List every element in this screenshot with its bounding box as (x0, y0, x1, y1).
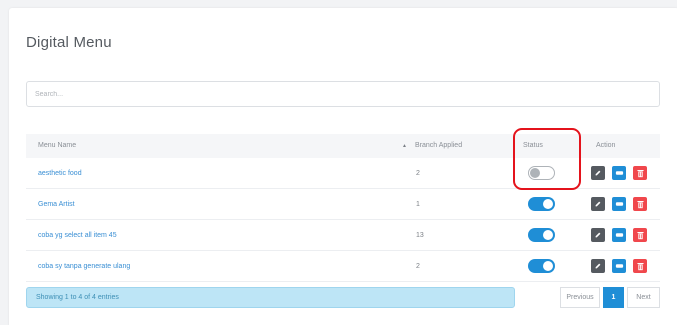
delete-button[interactable] (633, 228, 647, 242)
column-header-menu-name[interactable]: Menu Name (38, 134, 76, 158)
delete-button[interactable] (633, 259, 647, 273)
branch-applied-count: 2 (416, 263, 420, 270)
delete-button[interactable] (633, 197, 647, 211)
trash-icon (636, 200, 644, 208)
branch-applied-count: 2 (416, 170, 420, 177)
table-row: coba yg select all item 45 13 (26, 220, 660, 251)
column-header-branch-applied[interactable]: Branch Applied (415, 134, 462, 158)
sort-up-icon[interactable]: ▲ (402, 134, 407, 158)
branch-applied-count: 1 (416, 201, 420, 208)
eye-icon (615, 233, 623, 237)
next-page-button[interactable]: Next (627, 287, 660, 308)
table-row: Gema Artist 1 (26, 189, 660, 220)
pencil-icon (595, 232, 601, 238)
toggle-knob (543, 261, 553, 271)
view-button[interactable] (612, 228, 626, 242)
table-row: coba sy tanpa generate ulang 2 (26, 251, 660, 282)
pencil-icon (595, 263, 601, 269)
eye-icon (615, 171, 623, 175)
status-highlight-annotation (513, 128, 581, 190)
eye-icon (615, 202, 623, 206)
view-button[interactable] (612, 166, 626, 180)
trash-icon (636, 169, 644, 177)
trash-icon (636, 231, 644, 239)
edit-button[interactable] (591, 166, 605, 180)
page-title: Digital Menu (26, 34, 112, 51)
toggle-knob (543, 199, 553, 209)
page-1-button[interactable]: 1 (603, 287, 624, 308)
edit-button[interactable] (591, 228, 605, 242)
delete-button[interactable] (633, 166, 647, 180)
toggle-knob (543, 230, 553, 240)
menu-name-link[interactable]: Gema Artist (38, 189, 75, 220)
status-toggle[interactable] (528, 197, 555, 211)
status-toggle[interactable] (528, 228, 555, 242)
column-header-action: Action (596, 142, 616, 149)
edit-button[interactable] (591, 259, 605, 273)
trash-icon (636, 262, 644, 270)
previous-page-button[interactable]: Previous (560, 287, 600, 308)
edit-button[interactable] (591, 197, 605, 211)
menu-name-link[interactable]: coba yg select all item 45 (38, 220, 117, 251)
branch-applied-count: 13 (416, 232, 424, 239)
eye-icon (615, 264, 623, 268)
pencil-icon (595, 170, 601, 176)
view-button[interactable] (612, 259, 626, 273)
menu-name-link[interactable]: aesthetic food (38, 158, 82, 189)
status-toggle[interactable] (528, 259, 555, 273)
menu-name-link[interactable]: coba sy tanpa generate ulang (38, 251, 130, 282)
table-info: Showing 1 to 4 of 4 entries (26, 287, 515, 308)
search-input[interactable] (26, 81, 660, 107)
pencil-icon (595, 201, 601, 207)
view-button[interactable] (612, 197, 626, 211)
